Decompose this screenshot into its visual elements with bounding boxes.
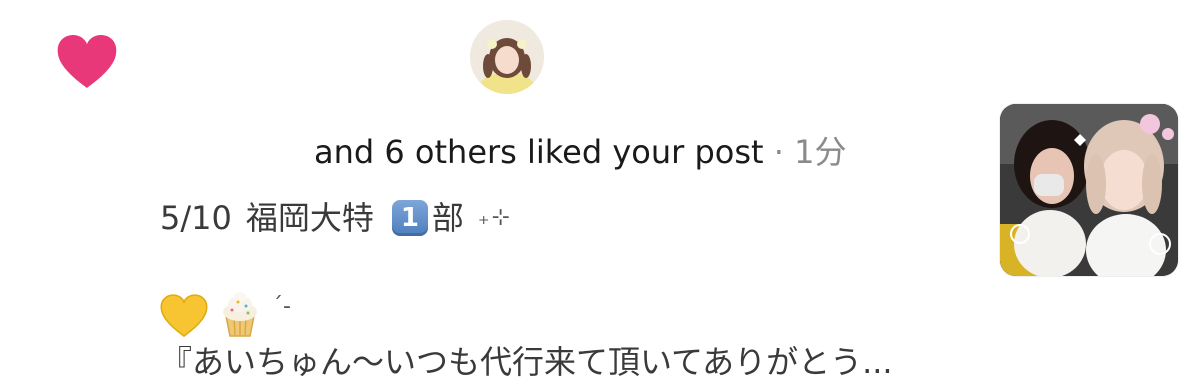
post-part: 部 [431, 199, 464, 237]
like-notification[interactable]: and 6 others liked your post · 1分 5/10 福… [0, 0, 1200, 392]
sparkle-deco: ₊⊹ [477, 205, 512, 230]
decoration-text: ´- [272, 294, 291, 319]
notification-message: and 6 others liked your post [314, 133, 764, 171]
notification-separator: · [763, 133, 795, 171]
keycap-number-icon: 1 [391, 200, 428, 236]
post-caption-line: 5/10 福岡大特 1 部 ₊⊹ [160, 196, 512, 240]
user-avatar[interactable] [470, 20, 544, 94]
post-place: 福岡大特 [245, 199, 374, 237]
notification-text: and 6 others liked your post · 1分 [314, 130, 846, 174]
cupcake-icon [218, 290, 262, 338]
yellow-heart-icon [160, 294, 208, 338]
post-emoji-line: ´- [160, 288, 291, 338]
notification-time: 1分 [794, 133, 847, 171]
post-quote: 『あいちゅん～いつも代行来て頂いてありがとう... [160, 343, 893, 381]
post-thumbnail[interactable] [1000, 104, 1178, 276]
heart-icon [56, 34, 118, 90]
post-date: 5/10 [160, 199, 232, 237]
